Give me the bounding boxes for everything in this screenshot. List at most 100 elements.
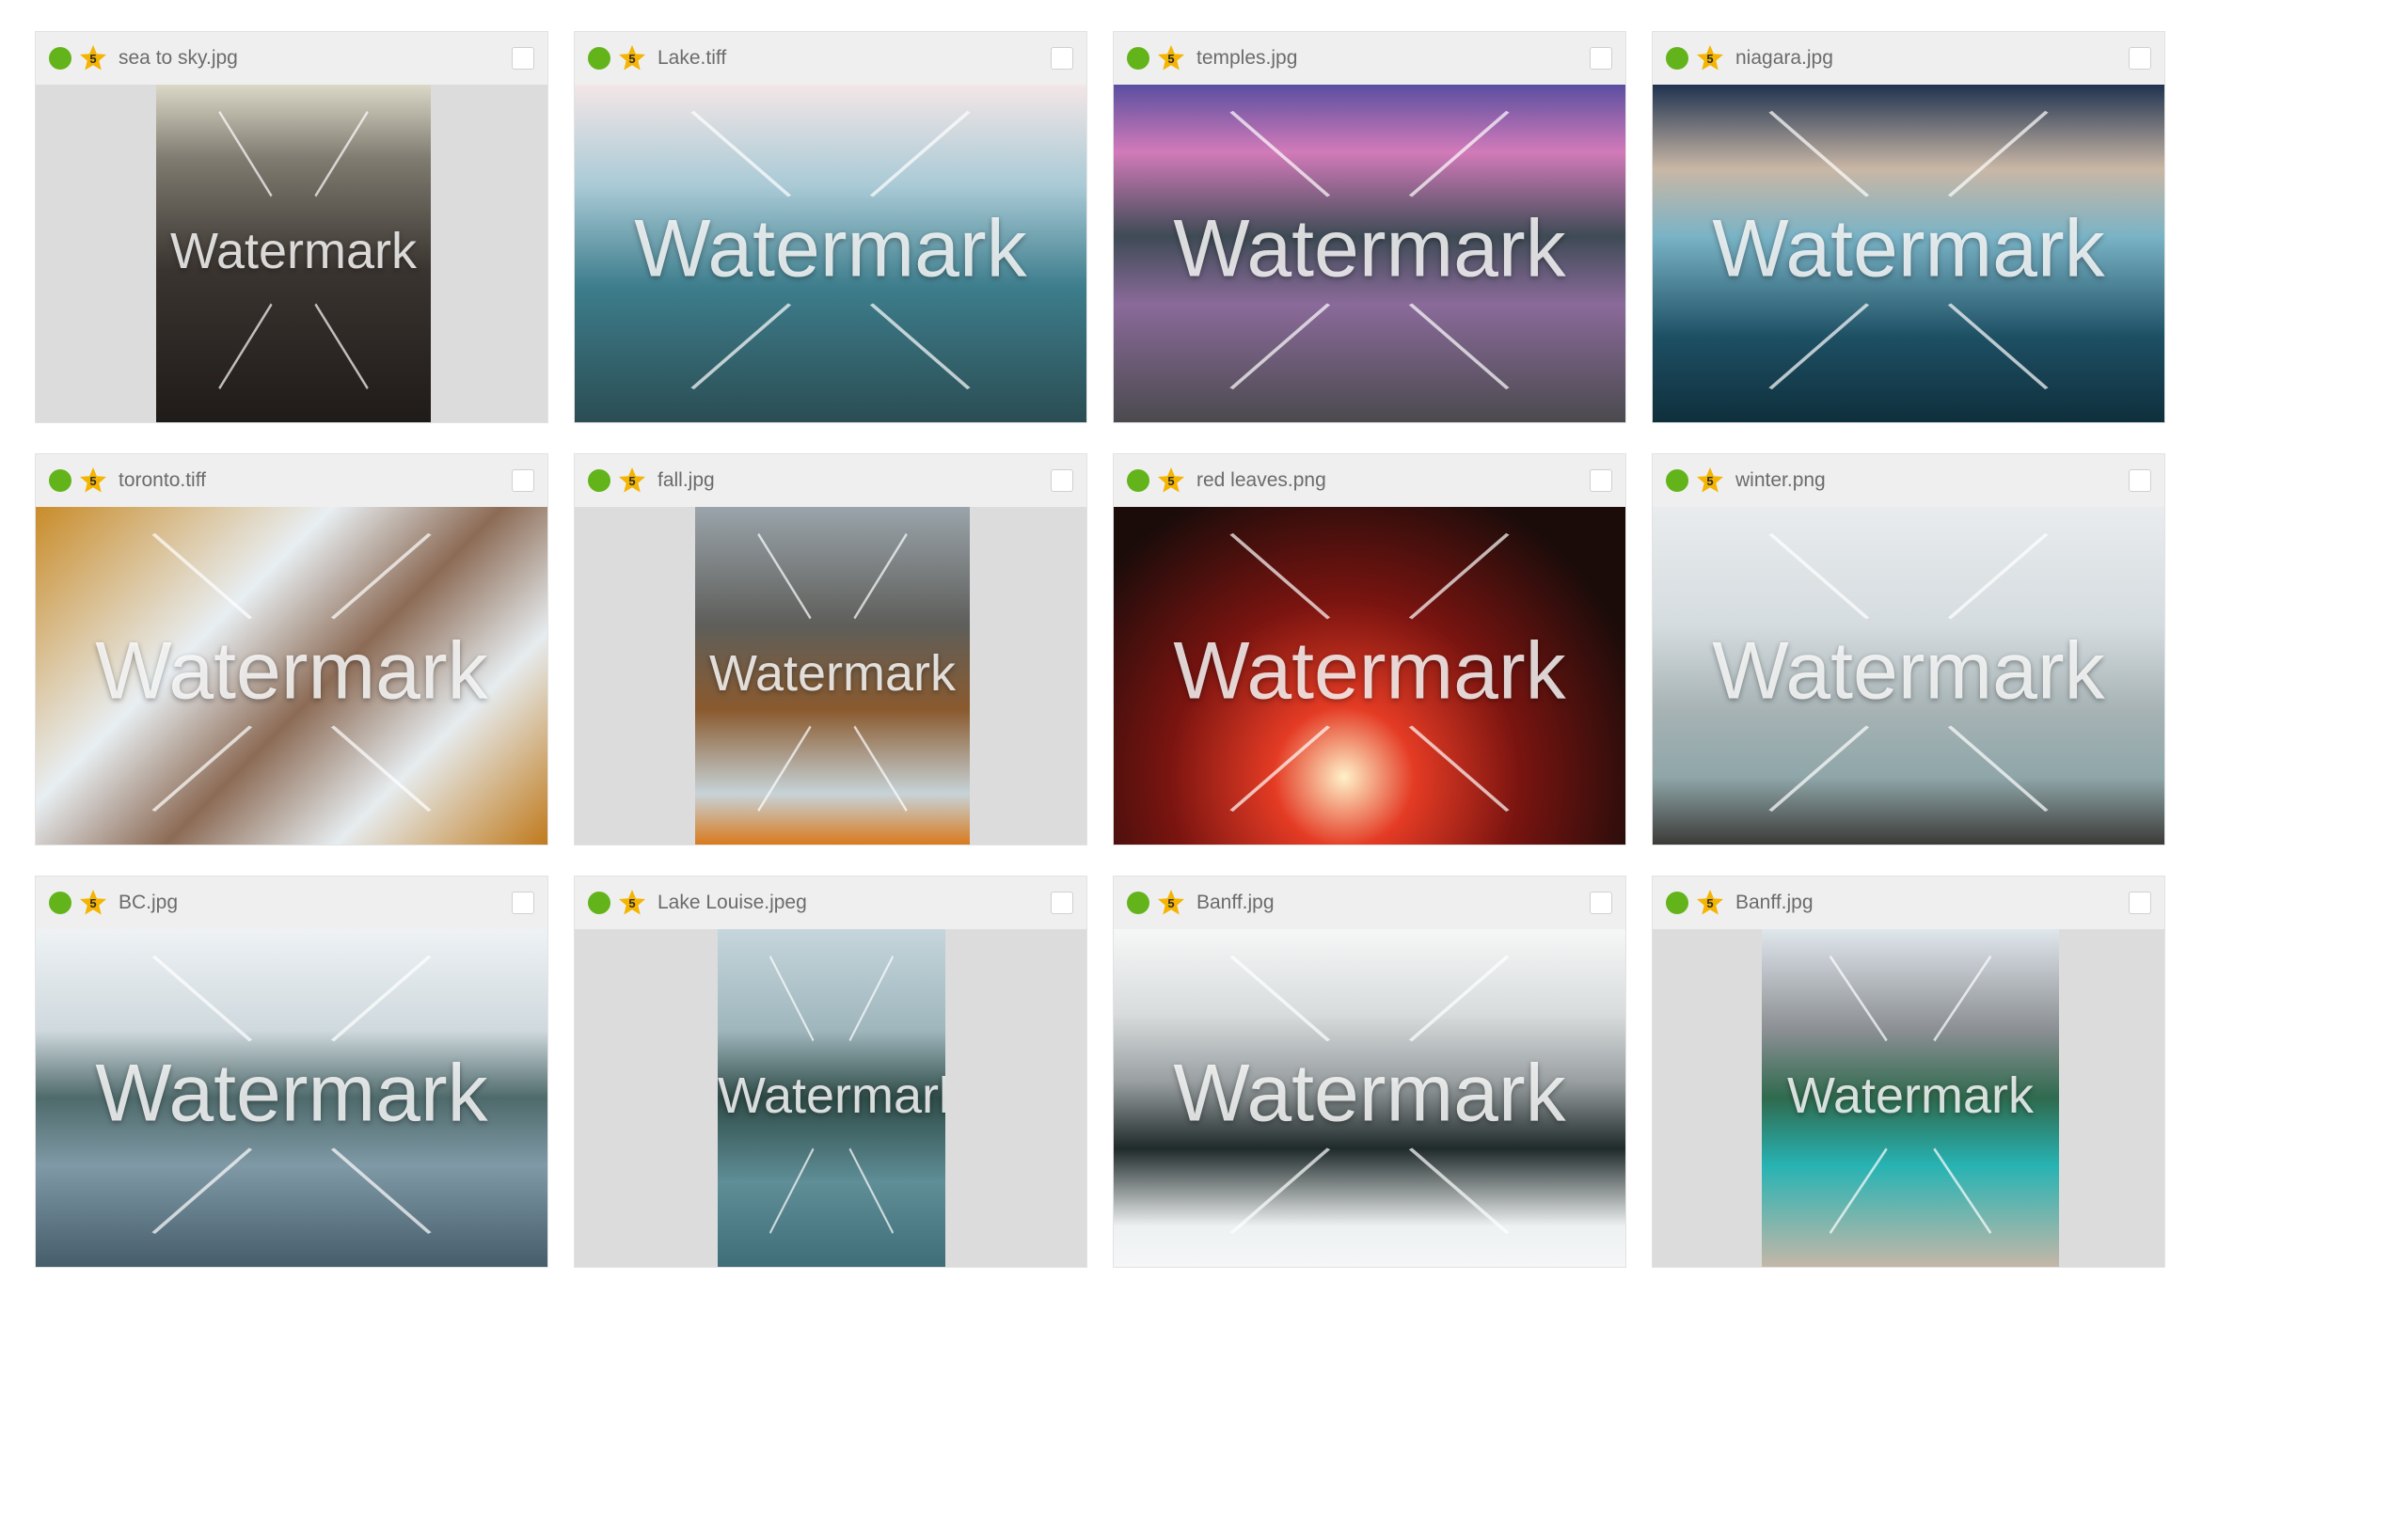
- status-dot-icon: [1666, 892, 1688, 914]
- photo-card[interactable]: 5 Banff.jpg Watermark: [1113, 876, 1626, 1268]
- select-checkbox[interactable]: [512, 469, 534, 492]
- thumbnail-area[interactable]: Watermark: [36, 929, 547, 1267]
- select-checkbox[interactable]: [1590, 47, 1612, 70]
- card-header: 5 Banff.jpg: [1653, 877, 2164, 929]
- file-name: niagara.jpg: [1735, 47, 1833, 69]
- select-checkbox[interactable]: [2129, 47, 2151, 70]
- star-icon[interactable]: 5: [618, 889, 646, 917]
- photo-card[interactable]: 5 BC.jpg Watermark: [35, 876, 548, 1268]
- thumbnail-area[interactable]: Watermark: [575, 929, 1086, 1267]
- thumbnail-image[interactable]: Watermark: [156, 85, 431, 422]
- card-header: 5 Lake Louise.jpeg: [575, 877, 1086, 929]
- star-icon[interactable]: 5: [1157, 44, 1185, 72]
- rating-value: 5: [1167, 895, 1175, 910]
- star-icon[interactable]: 5: [618, 44, 646, 72]
- file-name: Banff.jpg: [1196, 892, 1275, 913]
- status-dot-icon: [588, 47, 610, 70]
- star-icon[interactable]: 5: [79, 889, 107, 917]
- rating-value: 5: [89, 473, 97, 488]
- photo-card[interactable]: 5 fall.jpg Watermark: [574, 453, 1087, 845]
- select-checkbox[interactable]: [2129, 892, 2151, 914]
- star-icon[interactable]: 5: [79, 466, 107, 495]
- rating-value: 5: [1706, 895, 1714, 910]
- thumbnail-image[interactable]: Watermark: [1114, 85, 1625, 422]
- photo-card[interactable]: 5 winter.png Watermark: [1652, 453, 2165, 845]
- thumbnail-image[interactable]: Watermark: [575, 85, 1086, 422]
- thumbnail-image[interactable]: Watermark: [1653, 507, 2164, 845]
- rating-value: 5: [89, 51, 97, 66]
- thumbnail-area[interactable]: Watermark: [36, 507, 547, 845]
- rating-value: 5: [89, 895, 97, 910]
- thumbnail-image[interactable]: Watermark: [36, 929, 547, 1267]
- file-name: Lake Louise.jpeg: [657, 892, 807, 913]
- select-checkbox[interactable]: [1590, 469, 1612, 492]
- select-checkbox[interactable]: [512, 47, 534, 70]
- thumbnail-area[interactable]: Watermark: [575, 85, 1086, 422]
- select-checkbox[interactable]: [1051, 469, 1073, 492]
- thumbnail-area[interactable]: Watermark: [1653, 507, 2164, 845]
- rating-value: 5: [628, 895, 636, 910]
- file-name: fall.jpg: [657, 469, 715, 491]
- file-name: winter.png: [1735, 469, 1826, 491]
- file-name: sea to sky.jpg: [119, 47, 238, 69]
- select-checkbox[interactable]: [2129, 469, 2151, 492]
- star-icon[interactable]: 5: [79, 44, 107, 72]
- thumbnail-image[interactable]: Watermark: [36, 507, 547, 845]
- card-header: 5 toronto.tiff: [36, 454, 547, 507]
- star-icon[interactable]: 5: [1696, 466, 1724, 495]
- watermark-text: Watermark: [95, 1048, 488, 1139]
- thumbnail-area[interactable]: Watermark: [36, 85, 547, 422]
- thumbnail-image[interactable]: Watermark: [1114, 929, 1625, 1267]
- star-icon[interactable]: 5: [1696, 44, 1724, 72]
- status-dot-icon: [49, 469, 71, 492]
- photo-card[interactable]: 5 temples.jpg Watermark: [1113, 31, 1626, 423]
- rating-value: 5: [1706, 51, 1714, 66]
- photo-card[interactable]: 5 red leaves.png Watermark: [1113, 453, 1626, 845]
- card-header: 5 sea to sky.jpg: [36, 32, 547, 85]
- thumbnail-image[interactable]: Watermark: [1114, 507, 1625, 845]
- watermark-text: Watermark: [1173, 625, 1566, 717]
- select-checkbox[interactable]: [1590, 892, 1612, 914]
- file-name: BC.jpg: [119, 892, 179, 913]
- card-header: 5 red leaves.png: [1114, 454, 1625, 507]
- photo-card[interactable]: 5 Banff.jpg Watermark: [1652, 876, 2165, 1268]
- watermark-text: Watermark: [708, 644, 956, 702]
- watermark-text: Watermark: [634, 203, 1027, 294]
- card-header: 5 Banff.jpg: [1114, 877, 1625, 929]
- watermark-text: Watermark: [718, 1067, 945, 1124]
- status-dot-icon: [49, 47, 71, 70]
- card-header: 5 niagara.jpg: [1653, 32, 2164, 85]
- photo-card[interactable]: 5 Lake.tiff Watermark: [574, 31, 1087, 423]
- rating-value: 5: [1167, 51, 1175, 66]
- photo-card[interactable]: 5 toronto.tiff Watermark: [35, 453, 548, 845]
- file-name: Banff.jpg: [1735, 892, 1814, 913]
- thumbnail-image[interactable]: Watermark: [718, 929, 945, 1267]
- star-icon[interactable]: 5: [618, 466, 646, 495]
- select-checkbox[interactable]: [1051, 47, 1073, 70]
- photo-card[interactable]: 5 Lake Louise.jpeg Watermark: [574, 876, 1087, 1268]
- star-icon[interactable]: 5: [1696, 889, 1724, 917]
- thumbnail-area[interactable]: Watermark: [1114, 85, 1625, 422]
- thumbnail-area[interactable]: Watermark: [1114, 507, 1625, 845]
- watermark-text: Watermark: [169, 222, 417, 279]
- watermark-text: Watermark: [1712, 625, 2105, 717]
- photo-card[interactable]: 5 sea to sky.jpg Watermark: [35, 31, 548, 423]
- rating-value: 5: [1706, 473, 1714, 488]
- photo-card[interactable]: 5 niagara.jpg Watermark: [1652, 31, 2165, 423]
- select-checkbox[interactable]: [1051, 892, 1073, 914]
- card-header: 5 temples.jpg: [1114, 32, 1625, 85]
- rating-value: 5: [628, 51, 636, 66]
- watermark-text: Watermark: [1173, 1048, 1566, 1139]
- thumbnail-image[interactable]: Watermark: [1653, 85, 2164, 422]
- thumbnail-area[interactable]: Watermark: [1653, 929, 2164, 1267]
- select-checkbox[interactable]: [512, 892, 534, 914]
- thumbnail-area[interactable]: Watermark: [575, 507, 1086, 845]
- thumbnail-image[interactable]: Watermark: [1762, 929, 2059, 1267]
- thumbnail-area[interactable]: Watermark: [1114, 929, 1625, 1267]
- card-header: 5 fall.jpg: [575, 454, 1086, 507]
- star-icon[interactable]: 5: [1157, 466, 1185, 495]
- thumbnail-area[interactable]: Watermark: [1653, 85, 2164, 422]
- star-icon[interactable]: 5: [1157, 889, 1185, 917]
- card-header: 5 winter.png: [1653, 454, 2164, 507]
- thumbnail-image[interactable]: Watermark: [695, 507, 970, 845]
